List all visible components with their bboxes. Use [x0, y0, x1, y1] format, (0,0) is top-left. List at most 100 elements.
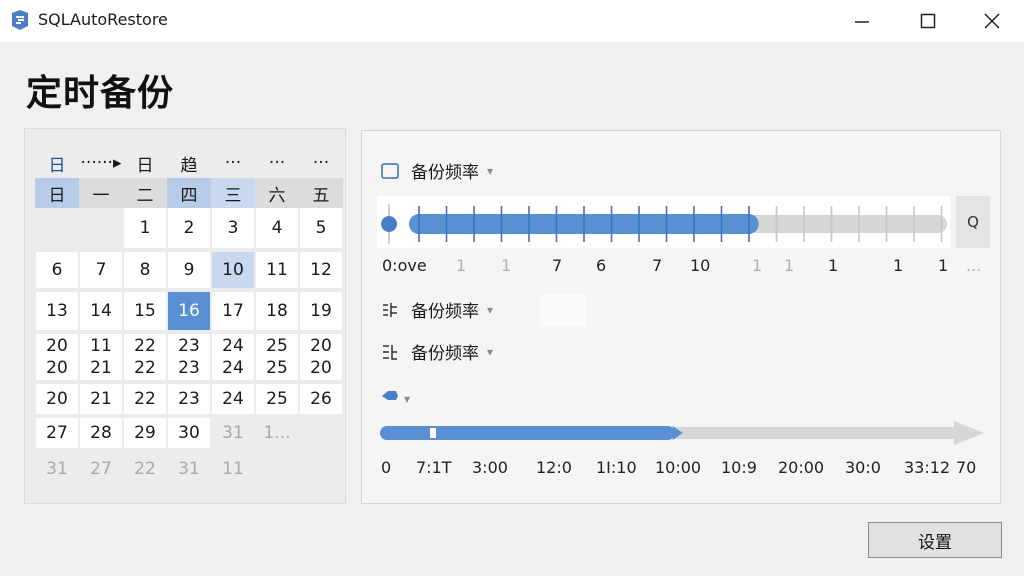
title-bar: SQLAutoRestore [0, 0, 1024, 42]
calendar-day[interactable]: 23 23 [168, 334, 210, 380]
calendar-day[interactable]: 2 [168, 208, 210, 248]
time-tick-label: 1Ι:10 [596, 458, 637, 477]
weekday-header: 六 [255, 178, 299, 208]
frequency-dropdown-3[interactable]: 备份频率 ▾ [381, 339, 493, 364]
calendar-day[interactable]: 5 [300, 208, 342, 248]
time-tick-label: 70 [956, 458, 977, 477]
calendar-day[interactable]: 9 [168, 252, 210, 288]
frequency-label-3: 备份频率 [411, 344, 479, 364]
calendar-day[interactable]: 31 [168, 452, 210, 486]
time-tick-label: 12:0 [536, 458, 572, 477]
calendar-nav-header[interactable]: ··· [300, 150, 342, 176]
checkbox-icon [381, 162, 399, 180]
slider-tick-label: 1 [938, 256, 949, 275]
calendar-day [300, 452, 342, 486]
calendar-day[interactable]: 11 [212, 452, 254, 486]
frequency-dropdown-1[interactable]: 备份频率 ▾ [381, 158, 493, 183]
calendar-day[interactable]: 20 20 [300, 334, 342, 380]
calendar-day[interactable]: 1 [124, 208, 166, 248]
calendar-day[interactable]: 25 [256, 384, 298, 414]
calendar-day[interactable]: 31 [36, 452, 78, 486]
time-handle [430, 428, 436, 438]
minimize-icon [855, 21, 869, 23]
calendar-day[interactable]: 19 [300, 292, 342, 330]
slider-tick-label: 1 [501, 256, 512, 275]
calendar-day[interactable]: 23 [168, 384, 210, 414]
maximize-button[interactable] [896, 0, 960, 42]
slider-tick-label: 1 [828, 256, 839, 275]
calendar-day[interactable]: 30 [168, 418, 210, 448]
calendar-day[interactable]: 21 [80, 384, 122, 414]
weekday-header: 二 [123, 178, 167, 208]
calendar-day[interactable]: 11 [256, 252, 298, 288]
calendar-day[interactable]: 17 [212, 292, 254, 330]
pin-dropdown[interactable]: ▾ [380, 388, 410, 409]
calendar-day[interactable]: 3 [212, 208, 254, 248]
time-tick-label: 10:9 [721, 458, 757, 477]
close-button[interactable] [960, 0, 1024, 42]
time-tick-label: 30:0 [845, 458, 881, 477]
list-icon [381, 301, 399, 319]
weekday-header: 三 [211, 178, 255, 208]
calendar-day[interactable]: 22 [124, 452, 166, 486]
calendar-day[interactable]: 15 [124, 292, 166, 330]
time-tick-label: 0 [381, 458, 392, 477]
slider-handle [381, 216, 397, 232]
calendar-day[interactable]: 28 [80, 418, 122, 448]
time-tick-label: 10:00 [655, 458, 702, 477]
calendar-day[interactable]: 4 [256, 208, 298, 248]
calendar-day[interactable]: 10 [212, 252, 254, 288]
calendar-day[interactable]: 14 [80, 292, 122, 330]
chevron-down-icon: ▾ [404, 391, 411, 406]
calendar-day[interactable]: 6 [36, 252, 78, 288]
chevron-down-icon: ▾ [487, 302, 494, 317]
calendar-day[interactable]: 31 [212, 418, 254, 448]
calendar-nav-header[interactable]: ······▸ [80, 150, 122, 176]
calendar-day[interactable]: 16 [168, 292, 210, 330]
calendar-nav-header[interactable]: 趋 [168, 150, 210, 176]
slider-tick-label: 10 [690, 256, 711, 275]
calendar-day[interactable]: 22 22 [124, 334, 166, 380]
calendar-day[interactable]: 26 [300, 384, 342, 414]
calendar-nav-header[interactable]: ··· [256, 150, 298, 176]
time-fill [380, 426, 675, 440]
calendar-day [80, 208, 122, 248]
calendar-day[interactable]: 25 25 [256, 334, 298, 380]
calendar-nav-header[interactable]: 日 [36, 150, 78, 176]
time-tick-label: 33:12 [904, 458, 951, 477]
frequency-dropdown-2[interactable]: 备份频率 ▾ [381, 297, 493, 322]
calendar-nav-header[interactable]: ··· [212, 150, 254, 176]
calendar-day[interactable]: 22 [124, 384, 166, 414]
frequency-label-2: 备份频率 [411, 302, 479, 322]
calendar-day[interactable]: 18 [256, 292, 298, 330]
weekday-header: 四 [167, 178, 211, 208]
minimize-button[interactable] [830, 0, 894, 42]
time-track-arrow-icon [954, 421, 984, 445]
chevron-down-icon: ▾ [487, 163, 494, 178]
time-range-slider[interactable] [378, 418, 988, 448]
calendar-day[interactable]: 13 [36, 292, 78, 330]
calendar-day[interactable]: 24 24 [212, 334, 254, 380]
calendar-day[interactable]: 20 20 [36, 334, 78, 380]
frequency-slider[interactable] [377, 196, 950, 248]
calendar-day[interactable]: 1... [256, 418, 298, 448]
close-icon [984, 13, 1000, 29]
calendar-day[interactable]: 29 [124, 418, 166, 448]
calendar-day[interactable]: 11 21 [80, 334, 122, 380]
frequency-label-1: 备份频率 [411, 163, 479, 183]
calendar-day[interactable]: 7 [80, 252, 122, 288]
search-button[interactable]: Q [956, 196, 990, 248]
calendar-day[interactable]: 24 [212, 384, 254, 414]
calendar-day [300, 418, 342, 448]
input-placeholder-box[interactable] [540, 294, 586, 326]
calendar-day[interactable]: 27 [36, 418, 78, 448]
calendar-day[interactable]: 20 [36, 384, 78, 414]
slider-tick-label: 7 [652, 256, 663, 275]
calendar-day[interactable]: 8 [124, 252, 166, 288]
slider-tick-label: 7 [552, 256, 563, 275]
calendar-nav-header[interactable]: 日 [124, 150, 166, 176]
calendar-day[interactable]: 27 [80, 452, 122, 486]
calendar-day[interactable]: 12 [300, 252, 342, 288]
settings-button[interactable]: 设置 [868, 522, 1002, 558]
slider-tick-label: 1 [784, 256, 795, 275]
